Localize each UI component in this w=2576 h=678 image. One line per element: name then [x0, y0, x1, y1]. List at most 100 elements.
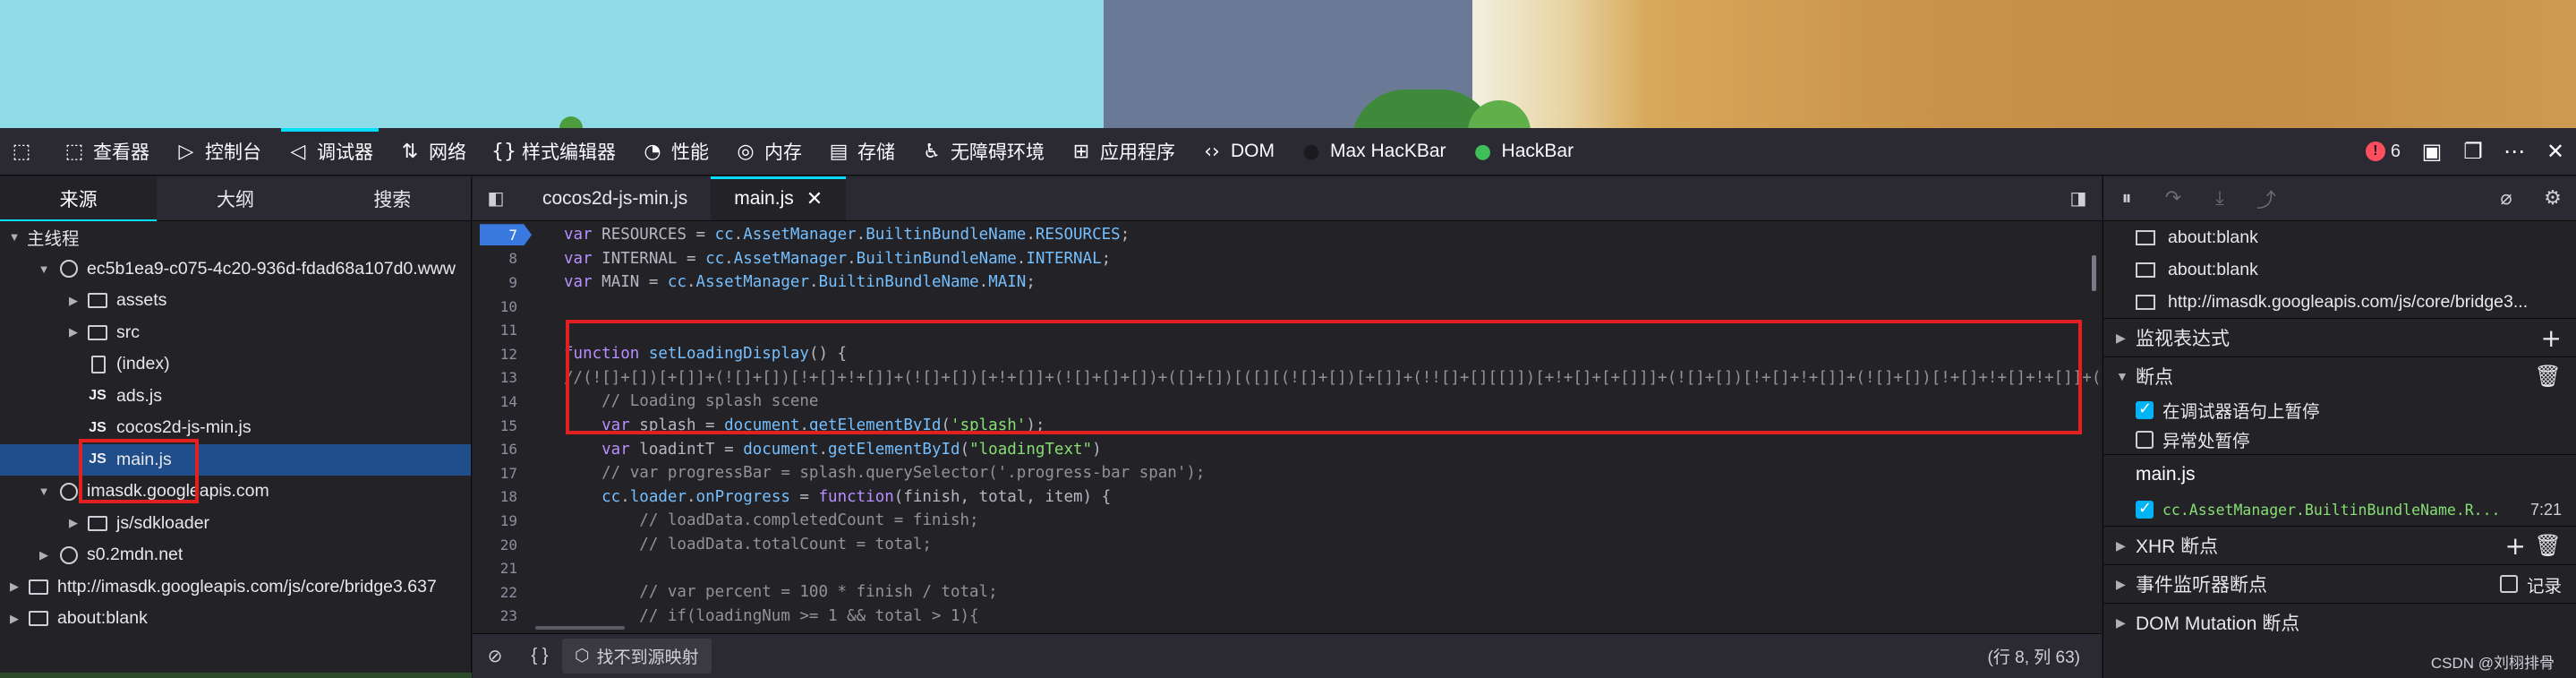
tree-item[interactable]: ▶ http://imasdk.googleapis.com/js/core/br…: [0, 571, 471, 604]
game-canvas[interactable]: [0, 0, 2576, 128]
add-watch-button[interactable]: +: [2541, 323, 2562, 353]
pause-on-exceptions-checkbox[interactable]: [2136, 430, 2154, 449]
tab-style-editor[interactable]: {} 样式编辑器: [479, 128, 628, 176]
thread-item[interactable]: about:blank: [2103, 253, 2576, 286]
tab-console[interactable]: ▷ 控制台: [162, 128, 274, 176]
tree-item[interactable]: (index): [0, 348, 471, 381]
tree-item[interactable]: ▶ src: [0, 317, 471, 349]
split-console-button[interactable]: ▣: [2411, 128, 2452, 176]
code-line[interactable]: 20 // loadData.totalCount = total;: [473, 533, 2102, 557]
delete-breakpoints-button[interactable]: 🗑: [2535, 364, 2562, 389]
tree-item[interactable]: JS main.js: [0, 443, 471, 476]
tab-performance[interactable]: ◔ 性能: [628, 128, 721, 176]
toggle-debugger-button[interactable]: ◨: [2055, 176, 2102, 220]
pause-on-debugger-checkbox[interactable]: [2136, 399, 2154, 419]
tab-dom[interactable]: ‹› DOM: [1188, 128, 1287, 176]
tab-max-hackbar[interactable]: ● Max HacKBar: [1287, 128, 1459, 176]
tab-memory[interactable]: ◎ 内存: [721, 128, 815, 176]
deactivate-breakpoints-button[interactable]: ⌀: [2483, 187, 2529, 210]
code-line[interactable]: 19 // loadData.completedCount = finish;: [473, 509, 2102, 533]
chevron-right-icon[interactable]: ▶: [64, 294, 82, 308]
dom-mutation-section[interactable]: ▶ DOM Mutation 断点: [2103, 603, 2576, 641]
code-line[interactable]: 23 // if(loadingNum >= 1 && total > 1){: [473, 605, 2102, 624]
chevron-down-icon[interactable]: ▼: [35, 485, 53, 498]
line-number[interactable]: 17: [473, 465, 523, 482]
line-number[interactable]: 21: [473, 560, 523, 577]
pretty-print-button[interactable]: { }: [517, 646, 562, 666]
tab-hackbar[interactable]: ● HackBar: [1459, 128, 1587, 176]
code-line[interactable]: 7 var RESOURCES = cc.AssetManager.Builtin…: [473, 223, 2102, 247]
record-option[interactable]: 记录: [2499, 571, 2562, 597]
breakpoint-checkbox[interactable]: [2136, 499, 2154, 519]
tree-item[interactable]: ▼ 主线程: [0, 221, 471, 253]
thread-item[interactable]: about:blank: [2103, 221, 2576, 253]
line-number[interactable]: 9: [473, 274, 523, 291]
tab-debugger[interactable]: ◁ 调试器: [274, 127, 386, 176]
step-over-button[interactable]: ↷: [2150, 187, 2196, 210]
tree-item[interactable]: ▶ about:blank: [0, 603, 471, 635]
line-number[interactable]: 13: [473, 369, 523, 386]
tree-item[interactable]: ▶ assets: [0, 285, 471, 317]
tree-item[interactable]: ▼ ec5b1ea9-c075-4c20-936d-fdad68a107d0.ww…: [0, 253, 471, 286]
breakpoint-entry[interactable]: cc.AssetManager.BuiltinBundleName.R... 7…: [2103, 493, 2576, 526]
close-tab-icon[interactable]: ✕: [806, 187, 823, 210]
line-number[interactable]: 14: [473, 393, 523, 410]
toggle-sources-button[interactable]: ◧: [473, 176, 519, 220]
watch-expressions-section[interactable]: ▶ 监视表达式 +: [2103, 318, 2576, 356]
settings-gear-icon[interactable]: ⚙: [2529, 187, 2576, 210]
code-line[interactable]: 15 var splash = document.getElementById(…: [473, 414, 2102, 438]
chevron-right-icon[interactable]: ▶: [5, 612, 23, 626]
dock-button[interactable]: ❐: [2452, 128, 2494, 176]
line-number[interactable]: 23: [473, 607, 523, 624]
tree-item[interactable]: ▶ s0.2mdn.net: [0, 539, 471, 571]
breakpoints-section[interactable]: ▼ 断点 🗑: [2103, 356, 2576, 395]
line-number[interactable]: 19: [473, 512, 523, 529]
code-line[interactable]: 13 //(![]+[])[+[]]+(![]+[])[!+[]+!+[]]+(!…: [473, 366, 2102, 390]
vertical-scrollbar[interactable]: [2092, 255, 2096, 291]
more-options-button[interactable]: ⋯: [2494, 128, 2535, 176]
line-number[interactable]: 20: [473, 536, 523, 554]
editor-tab[interactable]: cocos2d-js-min.js: [519, 176, 711, 220]
tab-search[interactable]: 搜索: [314, 176, 471, 220]
line-number[interactable]: 11: [473, 322, 523, 339]
line-number[interactable]: 7: [473, 227, 523, 244]
code-line[interactable]: 12 function setLoadingDisplay() {: [473, 342, 2102, 366]
tab-sources[interactable]: 来源: [0, 176, 158, 221]
thread-item[interactable]: http://imasdk.googleapis.com/js/core/bri…: [2103, 286, 2576, 318]
tab-network[interactable]: ⇅ 网络: [386, 128, 479, 176]
tree-item[interactable]: ▼ imasdk.googleapis.com: [0, 476, 471, 508]
error-count-badge[interactable]: ! 6: [2355, 142, 2411, 162]
blackbox-button[interactable]: ⊘: [473, 645, 517, 667]
line-number[interactable]: 12: [473, 346, 523, 363]
chevron-down-icon[interactable]: ▼: [5, 230, 23, 244]
horizontal-scrollbar[interactable]: [535, 626, 625, 630]
record-checkbox[interactable]: [2499, 575, 2518, 593]
line-number[interactable]: 16: [473, 441, 523, 458]
line-number[interactable]: 10: [473, 298, 523, 315]
code-line[interactable]: 22 // var percent = 100 * finish / total…: [473, 580, 2102, 605]
editor-tab[interactable]: main.js ✕: [711, 176, 847, 220]
line-number[interactable]: 18: [473, 488, 523, 505]
xhr-breakpoints-section[interactable]: ▶ XHR 断点 + 🗑: [2103, 526, 2576, 564]
chevron-down-icon[interactable]: ▼: [35, 262, 53, 276]
tree-item[interactable]: ▶ js/sdkloader: [0, 508, 471, 540]
step-in-button[interactable]: ⤓: [2196, 187, 2243, 210]
code-line[interactable]: 16 var loadintT = document.getElementByI…: [473, 437, 2102, 461]
close-devtools-button[interactable]: ✕: [2535, 128, 2576, 176]
tree-item[interactable]: JS cocos2d-js-min.js: [0, 412, 471, 444]
chevron-right-icon[interactable]: ▶: [5, 579, 23, 594]
event-listener-breakpoints-section[interactable]: ▶ 事件监听器断点 记录: [2103, 564, 2576, 603]
element-picker-button[interactable]: ⬚: [0, 128, 50, 176]
line-number[interactable]: 22: [473, 584, 523, 601]
pause-on-debugger-option[interactable]: 在调试器语句上暂停: [2103, 395, 2576, 425]
pause-on-exceptions-option[interactable]: 异常处暂停: [2103, 425, 2576, 454]
code-line[interactable]: 18 cc.loader.onProgress = function(finis…: [473, 485, 2102, 510]
chevron-right-icon[interactable]: ▶: [64, 516, 82, 530]
step-out-button[interactable]: ⤴: [2243, 185, 2290, 213]
code-view[interactable]: 7 var RESOURCES = cc.AssetManager.Builtin…: [473, 223, 2102, 624]
line-number[interactable]: 15: [473, 417, 523, 434]
code-line[interactable]: 11: [473, 318, 2102, 342]
tab-application[interactable]: ⊞ 应用程序: [1057, 128, 1188, 176]
tree-item[interactable]: JS ads.js: [0, 381, 471, 413]
chevron-right-icon[interactable]: ▶: [35, 548, 53, 562]
